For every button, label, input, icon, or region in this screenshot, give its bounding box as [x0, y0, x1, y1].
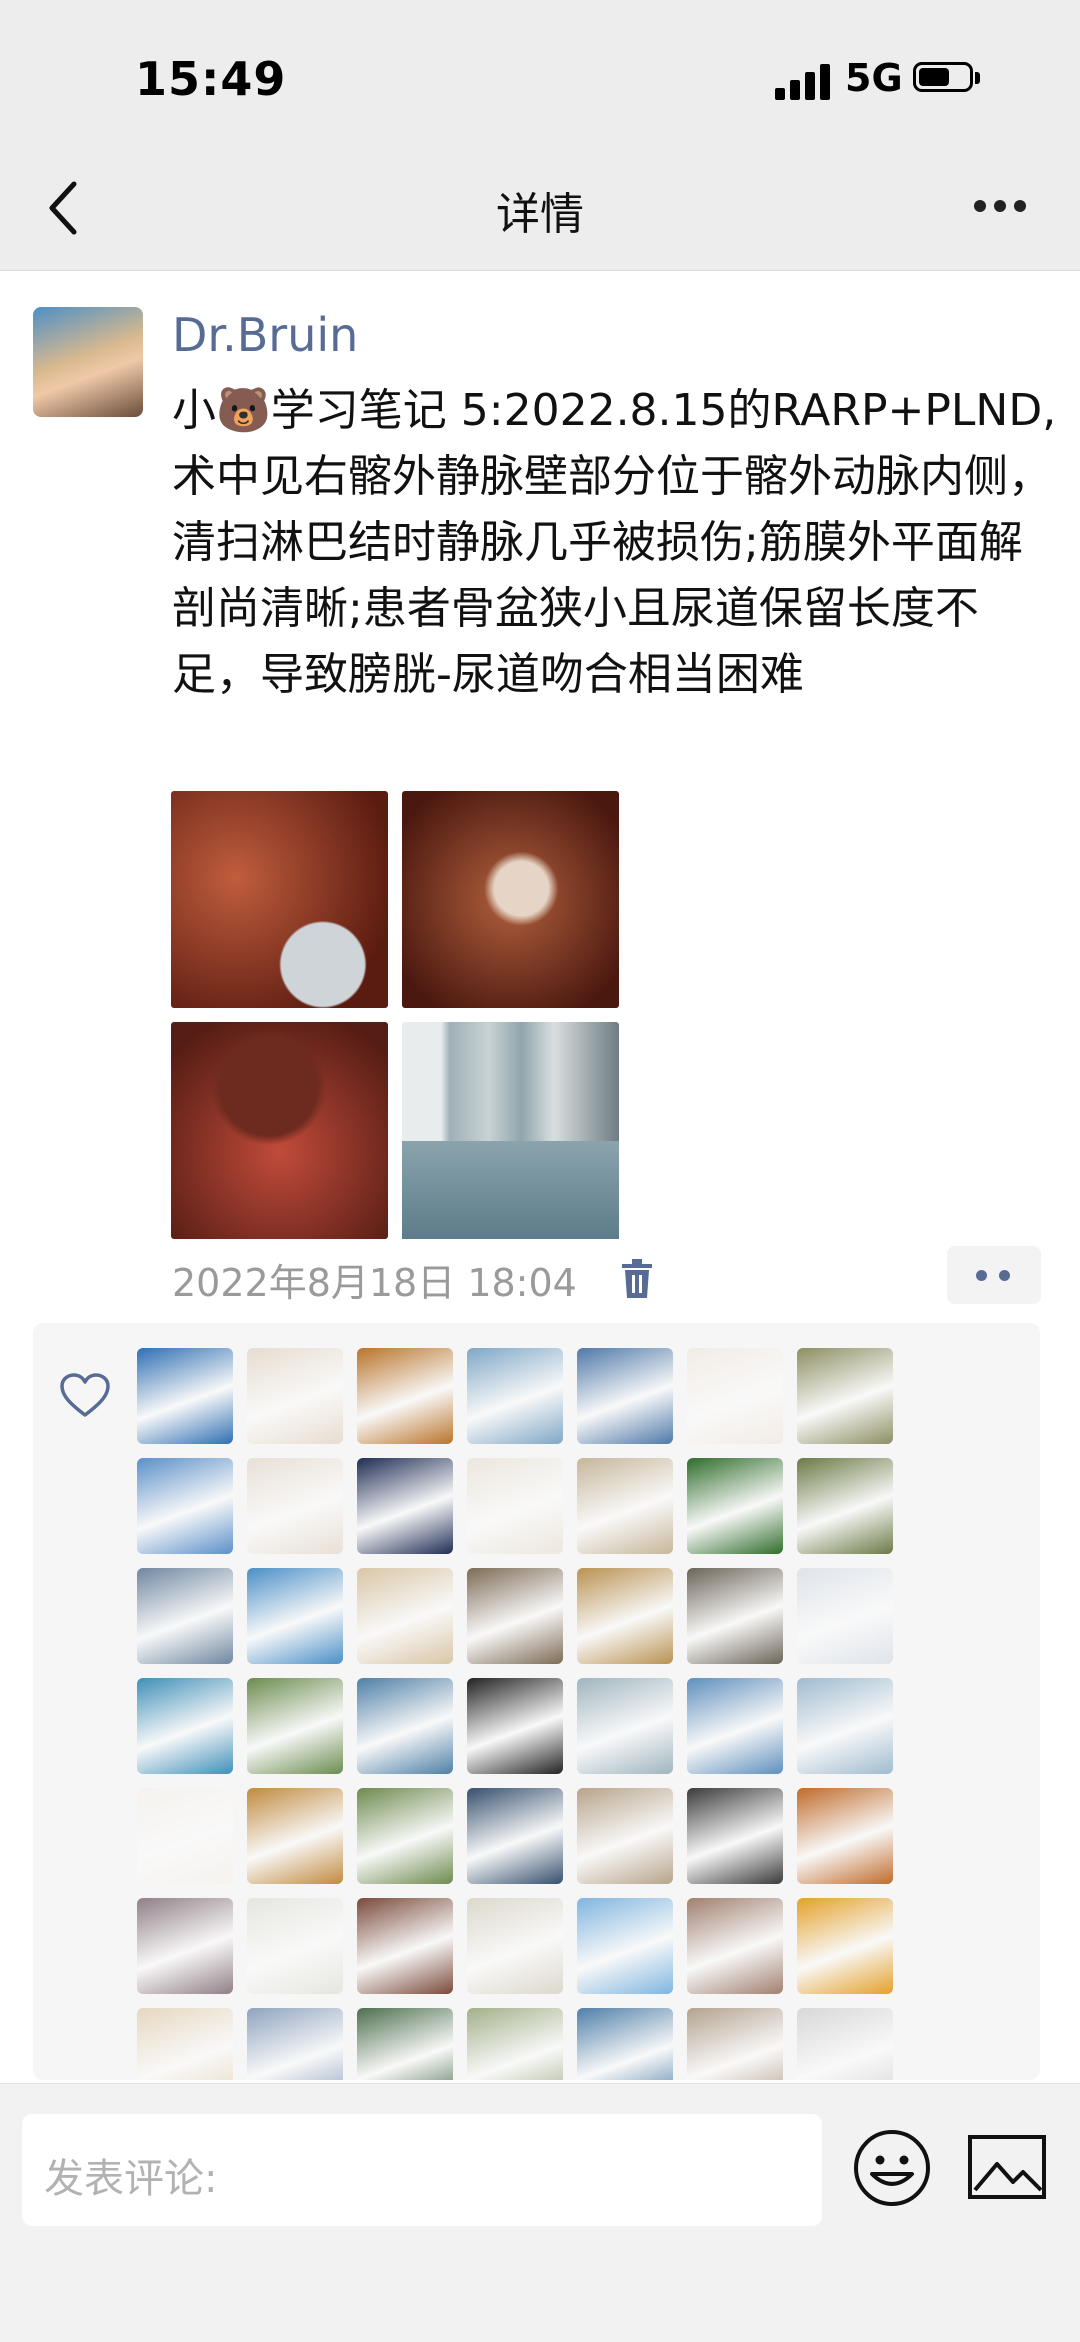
- comment-placeholder: 发表评论:: [44, 2156, 218, 2202]
- liker-avatar[interactable]: [687, 1568, 783, 1664]
- liker-avatar[interactable]: [467, 1348, 563, 1444]
- liker-avatar[interactable]: [687, 1458, 783, 1554]
- comment-input[interactable]: 发表评论:: [22, 2114, 822, 2226]
- liker-avatar[interactable]: [137, 2008, 233, 2080]
- liker-avatar[interactable]: [357, 1458, 453, 1554]
- liker-avatar[interactable]: [797, 1678, 893, 1774]
- liker-avatar[interactable]: [687, 1788, 783, 1884]
- heart-icon: [60, 1373, 110, 1417]
- liker-avatar[interactable]: [577, 2008, 673, 2080]
- post-photo-4[interactable]: [402, 1022, 619, 1239]
- liker-avatar[interactable]: [467, 1568, 563, 1664]
- liker-avatar[interactable]: [247, 1348, 343, 1444]
- liker-avatar[interactable]: [137, 1898, 233, 1994]
- post-content: 小🐻学习笔记 5:2022.8.15的RARP+PLND,术中见右髂外静脉壁部分…: [172, 385, 1057, 700]
- more-icon[interactable]: [970, 194, 1030, 218]
- liker-avatar[interactable]: [577, 1678, 673, 1774]
- signal-icon: [775, 60, 835, 100]
- liker-avatar[interactable]: [797, 1348, 893, 1444]
- liker-avatar[interactable]: [687, 1348, 783, 1444]
- comment-bar: 发表评论:: [0, 2083, 1080, 2342]
- status-time: 15:49: [135, 52, 287, 106]
- liker-avatar[interactable]: [797, 1458, 893, 1554]
- liker-avatar[interactable]: [687, 2008, 783, 2080]
- liker-avatar[interactable]: [797, 1898, 893, 1994]
- liker-avatar[interactable]: [357, 2008, 453, 2080]
- liker-avatar[interactable]: [357, 1678, 453, 1774]
- author-avatar[interactable]: [33, 307, 143, 417]
- liker-avatar[interactable]: [137, 1568, 233, 1664]
- liker-avatar[interactable]: [357, 1898, 453, 1994]
- emoji-icon[interactable]: [852, 2128, 932, 2208]
- battery-icon: [913, 62, 983, 96]
- post-photo-1[interactable]: [171, 791, 388, 1008]
- liker-avatar[interactable]: [247, 1568, 343, 1664]
- liker-avatar[interactable]: [137, 1458, 233, 1554]
- author-name[interactable]: Dr.Bruin: [172, 308, 358, 362]
- liker-avatar[interactable]: [357, 1568, 453, 1664]
- top-bar: 15:49 5G 详情: [0, 0, 1080, 271]
- liker-avatar[interactable]: [797, 2008, 893, 2080]
- liker-avatar[interactable]: [797, 1568, 893, 1664]
- liker-avatar[interactable]: [247, 2008, 343, 2080]
- liker-avatar[interactable]: [467, 1678, 563, 1774]
- delete-icon[interactable]: [620, 1258, 654, 1300]
- liker-avatar[interactable]: [467, 1898, 563, 1994]
- liker-avatar[interactable]: [357, 1348, 453, 1444]
- liker-avatar[interactable]: [137, 1678, 233, 1774]
- liker-avatar[interactable]: [137, 1348, 233, 1444]
- post-timestamp: 2022年8月18日 18:04: [172, 1261, 577, 1305]
- liker-avatar[interactable]: [137, 1788, 233, 1884]
- likes-panel: [33, 1323, 1040, 2080]
- liker-avatar[interactable]: [577, 1348, 673, 1444]
- liker-avatar[interactable]: [467, 1788, 563, 1884]
- liker-avatar[interactable]: [357, 1788, 453, 1884]
- post-photo-2[interactable]: [402, 791, 619, 1008]
- post-photo-3[interactable]: [171, 1022, 388, 1239]
- liker-avatar[interactable]: [247, 1678, 343, 1774]
- liker-avatar[interactable]: [687, 1678, 783, 1774]
- image-icon[interactable]: [967, 2134, 1047, 2200]
- liker-avatar[interactable]: [577, 1788, 673, 1884]
- liker-avatar[interactable]: [577, 1458, 673, 1554]
- liker-avatar[interactable]: [577, 1898, 673, 1994]
- page-title: 详情: [496, 189, 584, 240]
- liker-avatar[interactable]: [467, 2008, 563, 2080]
- liker-avatar[interactable]: [247, 1898, 343, 1994]
- liker-avatar[interactable]: [797, 1788, 893, 1884]
- comment-like-button[interactable]: [947, 1246, 1041, 1304]
- liker-avatar[interactable]: [687, 1898, 783, 1994]
- liker-avatar[interactable]: [247, 1788, 343, 1884]
- liker-avatar[interactable]: [577, 1568, 673, 1664]
- liker-avatar[interactable]: [247, 1458, 343, 1554]
- network-label: 5G: [845, 56, 903, 100]
- liker-avatar[interactable]: [467, 1458, 563, 1554]
